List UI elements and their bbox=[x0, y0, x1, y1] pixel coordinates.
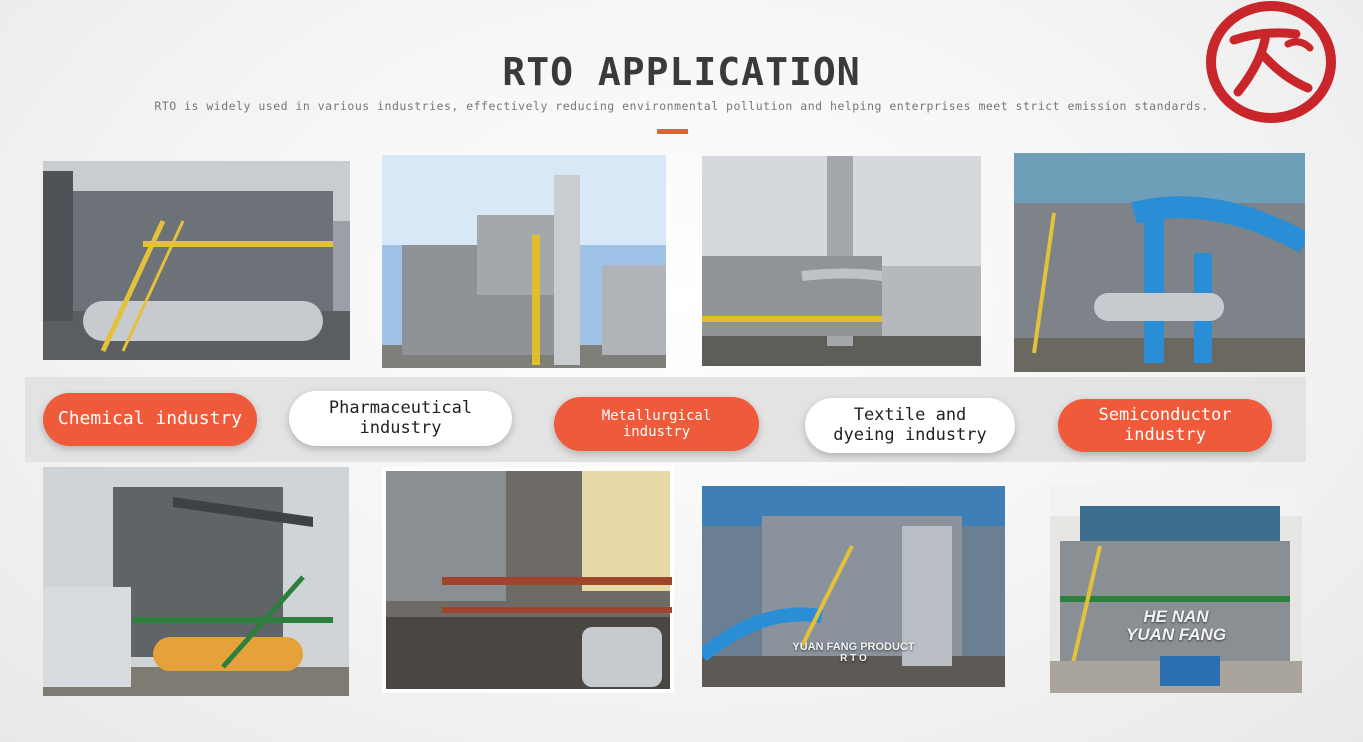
brand-seal-logo bbox=[1204, 0, 1338, 126]
industry-tab-pharmaceutical[interactable]: Pharmaceutical industry bbox=[289, 391, 512, 446]
rto-plant-photo-8: HE NAN YUAN FANG bbox=[1050, 486, 1302, 693]
page-subtitle: RTO is widely used in various industries… bbox=[154, 99, 1209, 113]
rto-plant-photo-4 bbox=[1014, 153, 1305, 372]
rto-plant-photo-7: YUAN FANG PRODUCT R T O bbox=[702, 486, 1005, 687]
industry-tab-label: Metallurgical industry bbox=[601, 407, 712, 440]
industry-tab-label: Chemical industry bbox=[57, 408, 243, 430]
title-accent-bar bbox=[657, 129, 688, 134]
photo-caption-line1: HE NAN bbox=[1143, 607, 1209, 626]
rto-plant-photo-1 bbox=[43, 161, 350, 360]
industry-tab-label: Textile and dyeing industry bbox=[833, 404, 987, 445]
industry-tab-label: Semiconductor industry bbox=[1098, 404, 1232, 445]
industry-tab-label: Pharmaceutical industry bbox=[328, 397, 473, 438]
photo-caption-line2: R T O bbox=[840, 653, 867, 664]
photo-caption-line1: YUAN FANG PRODUCT bbox=[792, 641, 915, 653]
rto-plant-photo-3 bbox=[702, 156, 981, 366]
industry-tab-semiconductor[interactable]: Semiconductor industry bbox=[1058, 399, 1272, 452]
industry-tab-textile-dyeing[interactable]: Textile and dyeing industry bbox=[805, 398, 1015, 453]
photo-caption-line2: YUAN FANG bbox=[1125, 624, 1227, 644]
rto-plant-photo-5 bbox=[43, 467, 349, 696]
industry-tab-chemical[interactable]: Chemical industry bbox=[43, 393, 257, 446]
rto-plant-photo-2 bbox=[382, 155, 666, 368]
industry-tab-metallurgical[interactable]: Metallurgical industry bbox=[554, 397, 759, 451]
page-title: RTO APPLICATION bbox=[502, 50, 861, 94]
rto-plant-photo-6 bbox=[382, 467, 674, 693]
